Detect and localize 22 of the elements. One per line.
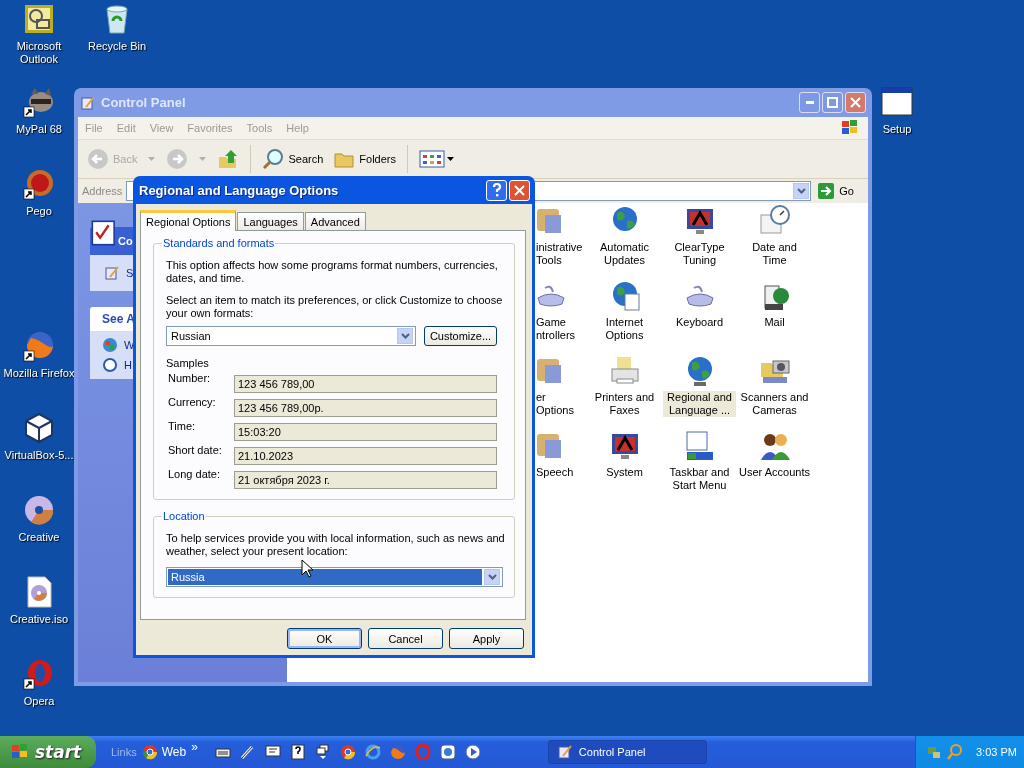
description-text: To help services provide you with local information, such as news and weather, select your present location:	[166, 532, 506, 558]
dialog-title: Regional and Language Options	[139, 182, 339, 198]
sample-value-field: 21.10.2023	[234, 447, 497, 465]
sample-value-field: 123 456 789,00р.	[234, 399, 497, 417]
sample-label: Currency:	[167, 396, 217, 408]
sample-label: Short date:	[167, 444, 223, 456]
samples-label: Samples	[166, 357, 210, 369]
sample-value-field: 123 456 789,00	[234, 375, 497, 393]
window-title: Control Panel	[101, 95, 186, 110]
sample-value-field: 15:03:20	[234, 423, 497, 441]
sample-value-field: 21 октября 2023 г.	[234, 471, 497, 489]
sample-label: Number:	[167, 372, 212, 384]
sample-label: Time:	[167, 420, 197, 432]
links-label: Links	[111, 746, 137, 758]
description-text: This option affects how some programs format numbers, currencies, dates, and time.	[166, 259, 499, 285]
address-label: Address	[82, 185, 123, 197]
clock: 3:03 PM	[976, 746, 1017, 758]
group-title: Location	[162, 510, 206, 522]
group-title: Standards and formats	[162, 237, 276, 249]
sample-label: Long date:	[167, 468, 221, 480]
instruction-text: Select an item to match its preferences, or click Customize to choose your own formats:	[166, 294, 504, 320]
panel-title: Co	[118, 235, 133, 247]
